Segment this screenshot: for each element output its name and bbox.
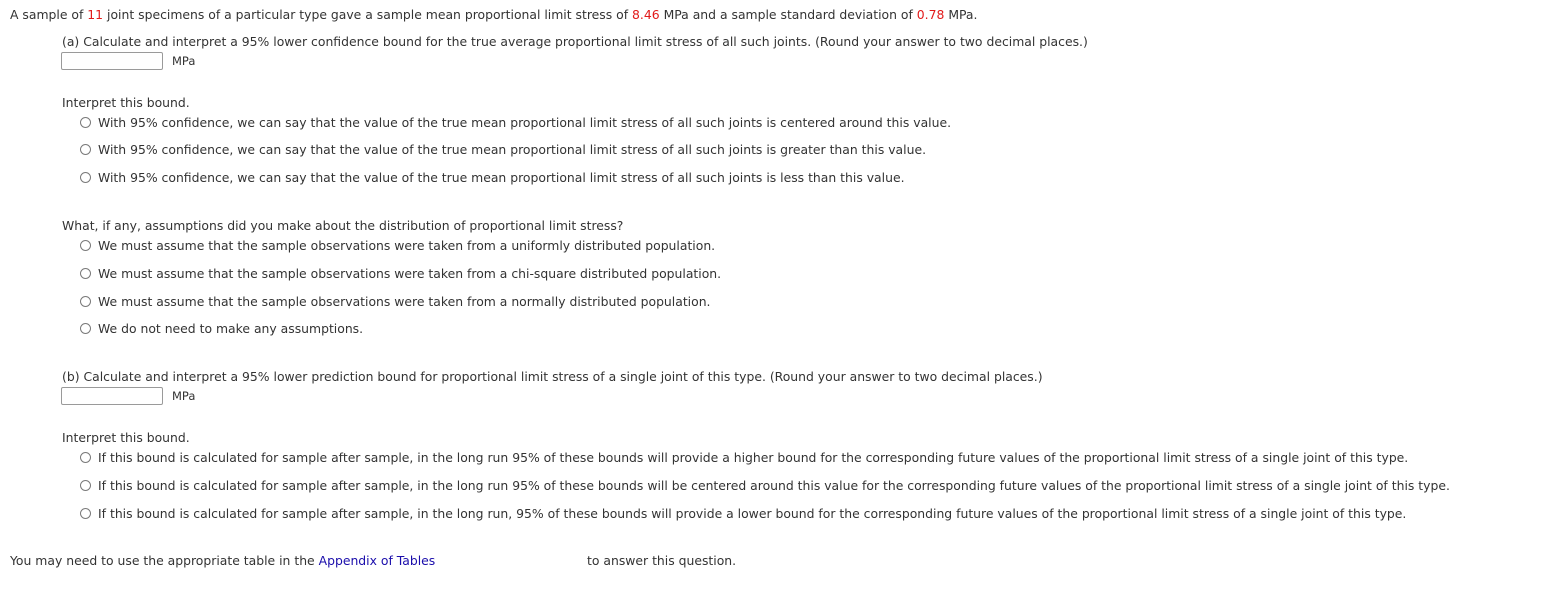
option-label: We must assume that the sample observati…	[98, 266, 722, 281]
appendix-of-tables-link[interactable]: Appendix of Tables	[319, 553, 436, 568]
problem-statement: A sample of 11 joint specimens of a part…	[10, 7, 977, 22]
part-b-interpret-label: Interpret this bound.	[62, 430, 190, 445]
assumption-option-2[interactable]: We must assume that the sample observati…	[80, 266, 721, 281]
radio-button[interactable]	[80, 508, 91, 519]
footer-text-after: to answer this question.	[587, 553, 737, 568]
intro-text-1: A sample of	[10, 7, 88, 22]
assumption-option-4[interactable]: We do not need to make any assumptions.	[80, 321, 363, 336]
part-b-option-2[interactable]: If this bound is calculated for sample a…	[80, 478, 1450, 493]
part-a-option-2[interactable]: With 95% confidence, we can say that the…	[80, 142, 926, 157]
radio-button[interactable]	[80, 144, 91, 155]
intro-text-2: joint specimens of a particular type gav…	[103, 7, 633, 22]
part-b-option-1[interactable]: If this bound is calculated for sample a…	[80, 450, 1408, 465]
part-b-answer-input[interactable]	[61, 387, 163, 405]
radio-button[interactable]	[80, 452, 91, 463]
part-b-prompt: (b) Calculate and interpret a 95% lower …	[62, 369, 1043, 384]
footer-note: You may need to use the appropriate tabl…	[10, 553, 435, 568]
radio-button[interactable]	[80, 117, 91, 128]
part-b-unit-label: MPa	[172, 389, 196, 403]
radio-button[interactable]	[80, 296, 91, 307]
radio-button[interactable]	[80, 240, 91, 251]
assumption-option-1[interactable]: We must assume that the sample observati…	[80, 238, 715, 253]
intro-text-4: MPa.	[944, 7, 978, 22]
option-label: With 95% confidence, we can say that the…	[98, 142, 927, 157]
part-a-unit-label: MPa	[172, 54, 196, 68]
radio-button[interactable]	[80, 172, 91, 183]
option-label: We must assume that the sample observati…	[98, 294, 711, 309]
assumption-option-3[interactable]: We must assume that the sample observati…	[80, 294, 711, 309]
part-a-option-3[interactable]: With 95% confidence, we can say that the…	[80, 170, 905, 185]
radio-button[interactable]	[80, 480, 91, 491]
part-a-interpret-label: Interpret this bound.	[62, 95, 190, 110]
option-label: We must assume that the sample observati…	[98, 238, 716, 253]
sample-size-value: 11	[87, 7, 104, 22]
part-a-option-1[interactable]: With 95% confidence, we can say that the…	[80, 115, 951, 130]
radio-button[interactable]	[80, 268, 91, 279]
intro-text-3: MPa and a sample standard deviation of	[659, 7, 917, 22]
option-label: If this bound is calculated for sample a…	[98, 450, 1409, 465]
sample-sd-value: 0.78	[916, 7, 945, 22]
option-label: If this bound is calculated for sample a…	[98, 506, 1407, 521]
option-label: With 95% confidence, we can say that the…	[98, 170, 905, 185]
footer-text-before: You may need to use the appropriate tabl…	[10, 553, 319, 568]
part-a-answer-input[interactable]	[61, 52, 163, 70]
option-label: With 95% confidence, we can say that the…	[98, 115, 952, 130]
sample-mean-value: 8.46	[632, 7, 660, 22]
assumption-question-label: What, if any, assumptions did you make a…	[62, 218, 624, 233]
option-label: We do not need to make any assumptions.	[98, 321, 364, 336]
part-a-prompt: (a) Calculate and interpret a 95% lower …	[62, 34, 1088, 49]
option-label: If this bound is calculated for sample a…	[98, 478, 1450, 493]
radio-button[interactable]	[80, 323, 91, 334]
part-b-option-3[interactable]: If this bound is calculated for sample a…	[80, 506, 1406, 521]
